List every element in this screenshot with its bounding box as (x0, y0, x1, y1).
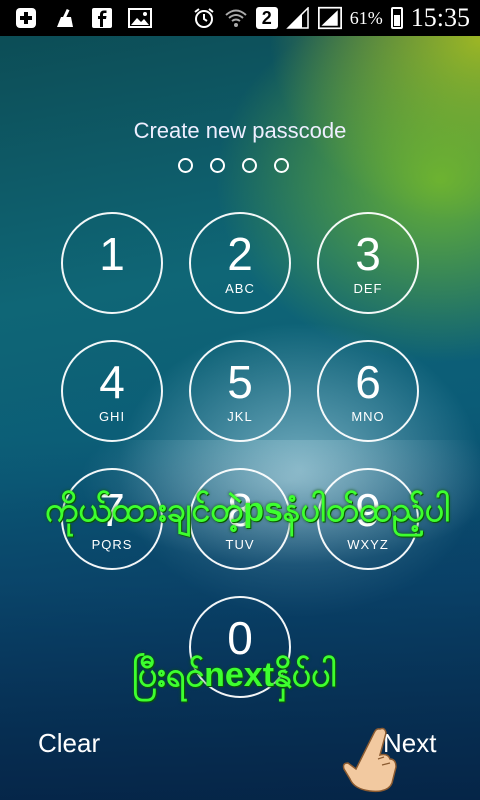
instruction-overlay-next: ပြီးရင်nextနှိပ်ပါ (132, 656, 337, 694)
key-letters: TUV (225, 536, 255, 552)
key-letters: PQRS (91, 536, 133, 552)
cleaner-icon (52, 7, 76, 29)
key-letters: DEF (353, 280, 383, 296)
key-number: 3 (355, 227, 381, 280)
signal-icon (285, 7, 310, 29)
key-5[interactable]: 5 JKL (189, 340, 291, 442)
alarm-icon (192, 7, 216, 29)
status-bar: 2 61% 15:35 (0, 0, 480, 36)
passcode-dot (242, 158, 257, 173)
wifi-icon (224, 7, 248, 29)
passcode-dot (178, 158, 193, 173)
pointing-hand-icon (340, 725, 400, 795)
key-4[interactable]: 4 GHI (61, 340, 163, 442)
key-number: 5 (227, 355, 253, 408)
key-number: 1 (99, 227, 125, 280)
clock: 15:35 (410, 3, 470, 32)
passcode-dots (178, 158, 289, 173)
battery-percent: 61% (349, 7, 383, 28)
key-number: 2 (227, 227, 253, 280)
key-number: 4 (99, 355, 125, 408)
page-title: Create new passcode (133, 118, 347, 143)
key-number: 6 (355, 355, 381, 408)
key-2[interactable]: 2 ABC (189, 212, 291, 314)
gallery-icon (128, 7, 152, 29)
key-letters: JKL (227, 408, 253, 424)
key-letters: MNO (351, 408, 385, 424)
battery-icon (390, 7, 403, 29)
sim-badge: 2 (255, 7, 278, 29)
facebook-icon (90, 7, 114, 29)
key-6[interactable]: 6 MNO (317, 340, 419, 442)
key-letters: ABC (225, 280, 255, 296)
key-letters: GHI (98, 408, 126, 424)
signal-icon-2 (317, 6, 342, 30)
instruction-overlay-text: ကိုယ်ထားချင်တဲ့psနံပါတ်ထည့်ပါ (45, 491, 450, 529)
key-3[interactable]: 3 DEF (317, 212, 419, 314)
key-letters: WXYZ (347, 536, 389, 552)
passcode-dot (274, 158, 289, 173)
key-1[interactable]: 1 (61, 212, 163, 314)
passcode-dot (210, 158, 225, 173)
add-icon (14, 7, 38, 29)
clear-button[interactable]: Clear (38, 728, 100, 759)
